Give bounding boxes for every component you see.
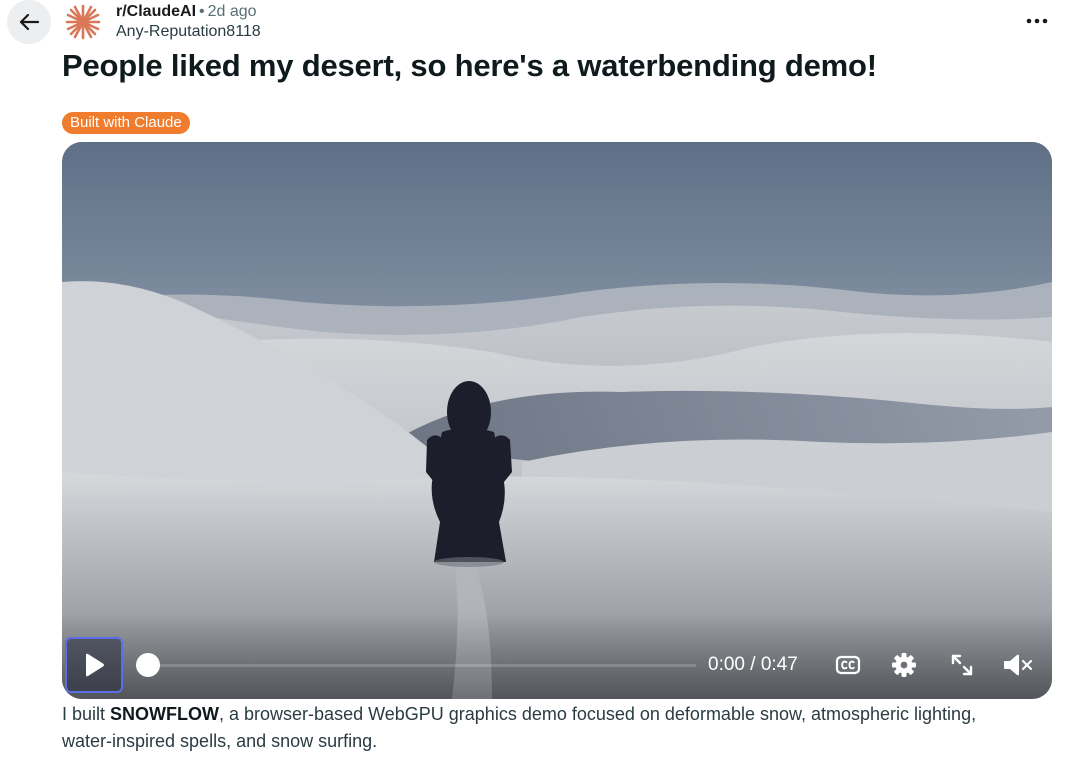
scrubber-knob[interactable] xyxy=(136,653,160,677)
back-button[interactable] xyxy=(7,0,51,44)
captions-button[interactable] xyxy=(834,651,862,679)
play-button[interactable] xyxy=(65,637,123,693)
closed-captions-icon xyxy=(835,655,861,675)
post-body: I built SNOWFLOW, a browser-based WebGPU… xyxy=(62,701,1022,755)
settings-button[interactable] xyxy=(890,651,918,679)
ellipsis-icon xyxy=(1026,18,1048,24)
video-timecode: 0:00 / 0:47 xyxy=(708,654,798,675)
author-link[interactable]: Any-Reputation8118 xyxy=(116,22,261,42)
mute-button[interactable] xyxy=(1002,651,1034,679)
arrow-left-icon xyxy=(19,13,40,31)
volume-muted-icon xyxy=(1004,654,1033,676)
fullscreen-button[interactable] xyxy=(948,651,976,679)
video-player[interactable]: 0:00 / 0:47 xyxy=(62,142,1052,699)
scrubber-track xyxy=(144,664,696,667)
post-age: 2d ago xyxy=(207,3,257,20)
meta-separator: • xyxy=(199,3,205,20)
body-project-name: SNOWFLOW xyxy=(110,704,220,724)
video-controls: 0:00 / 0:47 xyxy=(62,632,1052,699)
video-scrubber[interactable] xyxy=(136,652,696,678)
video-frame-snow-scene xyxy=(62,142,1052,699)
body-prefix: I built xyxy=(62,704,111,724)
post-meta: r/ClaudeAI • 2d ago Any-Reputation8118 xyxy=(116,2,261,42)
post-flair[interactable]: Built with Claude xyxy=(62,112,190,134)
play-icon xyxy=(86,653,104,677)
gear-icon xyxy=(892,653,916,677)
post-title[interactable]: People liked my desert, so here's a wate… xyxy=(62,48,877,84)
expand-icon xyxy=(951,654,973,676)
more-options-button[interactable] xyxy=(1022,6,1052,36)
claude-asterisk-icon[interactable] xyxy=(64,3,102,41)
subreddit-link[interactable]: r/ClaudeAI xyxy=(116,3,196,20)
